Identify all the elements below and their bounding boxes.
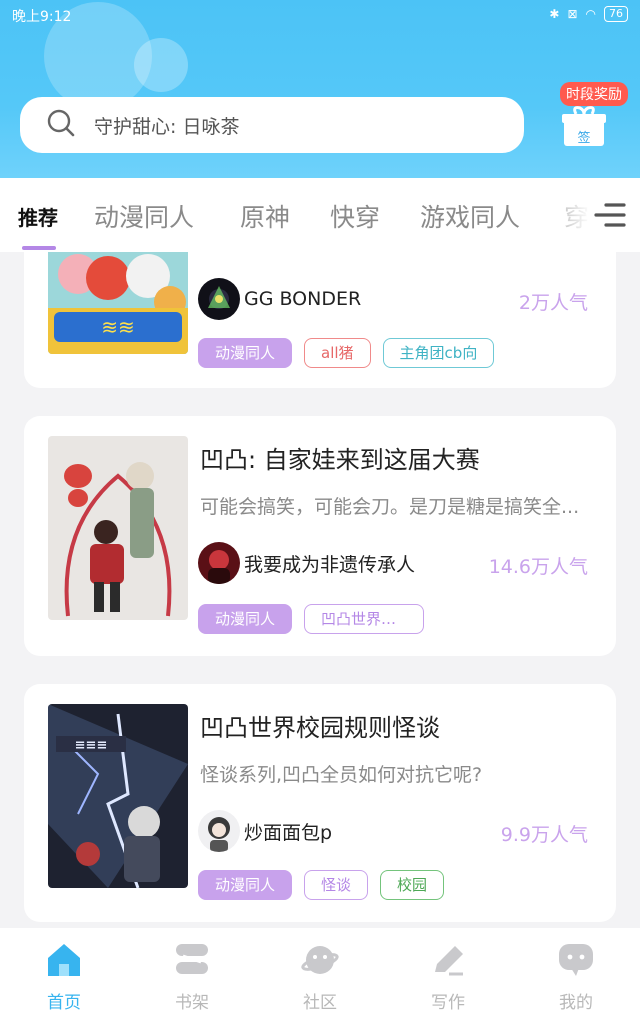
community-icon (301, 942, 339, 982)
write-icon (429, 942, 467, 982)
status-bar: 晚上9:12 ✱ ⊠ ◠ 76 (0, 0, 640, 30)
search-icon (46, 108, 76, 142)
tag-chip[interactable]: 校园 (380, 870, 445, 900)
tab-recommend[interactable]: 推荐 (18, 202, 58, 231)
nav-home[interactable]: 首页 (0, 928, 128, 1024)
menu-icon[interactable] (594, 200, 626, 234)
tab-anime[interactable]: 动漫同人 (94, 198, 194, 234)
nav-bookshelf[interactable]: 书架 (128, 928, 256, 1024)
author-name: GG BONDER (244, 288, 362, 310)
decor-bubble (134, 38, 188, 92)
avatar (198, 542, 240, 584)
svg-text:≋≋: ≋≋ (101, 315, 135, 339)
avatar (198, 278, 240, 320)
book-card[interactable]: ≡≡≡ 凹凸世界校园规则怪谈 怪谈系列,凹凸全员如何对抗它呢? 炒面面包p 9.… (24, 684, 616, 922)
author-name: 我要成为非遗传承人 (244, 553, 416, 576)
book-card[interactable]: ≋≋ GG BONDER 2万人气 动漫同人 all猪 主角团cb向 (24, 252, 616, 388)
nav-write[interactable]: 写作 (384, 928, 512, 1024)
nav-bookshelf-label: 书架 (175, 993, 209, 1013)
tag-chip[interactable]: 凹凸世界同... (304, 604, 425, 634)
tag-list: 动漫同人 all猪 主角团cb向 (198, 338, 495, 368)
nav-community-label: 社区 (303, 993, 337, 1013)
tab-genshin[interactable]: 原神 (240, 198, 290, 234)
tab-quick-travel[interactable]: 快穿 (330, 198, 380, 234)
tag-chip[interactable]: all猪 (304, 338, 371, 368)
book-cover[interactable] (48, 436, 188, 620)
gift-box-icon: 签 (562, 106, 606, 152)
author-info[interactable]: 我要成为非遗传承人 (198, 542, 415, 584)
active-tab-indicator (22, 246, 56, 250)
book-card[interactable]: 凹凸: 自家娃来到这届大赛 可能会搞笑，可能会刀。是刀是糖是搞笑全... 我要成… (24, 416, 616, 656)
wifi-icon: ◠ (585, 7, 596, 21)
book-description: 怪谈系列,凹凸全员如何对抗它呢? (200, 764, 483, 786)
popularity: 2万人气 (518, 292, 588, 314)
status-icons: ✱ ⊠ ◠ 76 (549, 6, 628, 22)
tag-list: 动漫同人 怪谈 校园 (198, 870, 445, 900)
tag-chip[interactable]: 主角团cb向 (382, 338, 495, 368)
nav-profile[interactable]: 我的 (512, 928, 640, 1024)
bluetooth-icon: ✱ (549, 7, 560, 21)
author-info[interactable]: GG BONDER (198, 278, 361, 320)
book-list: ≋≋ GG BONDER 2万人气 动漫同人 all猪 主角团cb向 凹凸: 自… (0, 252, 640, 928)
popularity: 9.9万人气 (500, 824, 588, 846)
sim-icon: ⊠ (567, 7, 578, 21)
home-icon (45, 942, 83, 982)
bottom-nav: 首页 书架 社区 写作 我的 (0, 928, 640, 1024)
reward-button[interactable]: 时段奖励 签 (556, 80, 632, 150)
nav-profile-label: 我的 (559, 993, 593, 1013)
bookshelf-icon (173, 942, 211, 982)
reward-label: 时段奖励 (560, 82, 628, 106)
tag-chip[interactable]: 动漫同人 (198, 604, 293, 634)
book-title[interactable]: 凹凸世界校园规则怪谈 (200, 708, 440, 743)
search-placeholder: 守护甜心: 日咏茶 (94, 115, 240, 138)
tab-game-fanfic[interactable]: 游戏同人 (420, 198, 520, 234)
status-time: 晚上9:12 (12, 9, 72, 25)
author-name: 炒面面包p (244, 821, 333, 844)
search-bar[interactable]: 守护甜心: 日咏茶 (20, 97, 524, 153)
svg-text:≡≡≡: ≡≡≡ (75, 738, 108, 753)
avatar (198, 810, 240, 852)
book-description: 可能会搞笑，可能会刀。是刀是糖是搞笑全... (200, 496, 580, 518)
author-info[interactable]: 炒面面包p (198, 810, 332, 852)
tag-chip[interactable]: 动漫同人 (198, 870, 293, 900)
header: 晚上9:12 ✱ ⊠ ◠ 76 守护甜心: 日咏茶 时段奖励 签 (0, 0, 640, 178)
book-cover[interactable]: ≡≡≡ (48, 704, 188, 888)
tag-list: 动漫同人 凹凸世界同... (198, 604, 425, 634)
profile-icon (557, 942, 595, 982)
category-tabs: 推荐 动漫同人 原神 快穿 游戏同人 穿 (0, 178, 640, 252)
nav-write-label: 写作 (431, 993, 465, 1013)
book-title[interactable]: 凹凸: 自家娃来到这届大赛 (200, 440, 480, 475)
reward-sign-text: 签 (577, 130, 590, 146)
popularity: 14.6万人气 (488, 556, 588, 578)
book-cover[interactable]: ≋≋ (48, 252, 188, 354)
nav-community[interactable]: 社区 (256, 928, 384, 1024)
tag-chip[interactable]: 怪谈 (304, 870, 369, 900)
battery-icon: 76 (604, 6, 628, 22)
nav-home-label: 首页 (47, 993, 81, 1013)
tag-chip[interactable]: 动漫同人 (198, 338, 293, 368)
